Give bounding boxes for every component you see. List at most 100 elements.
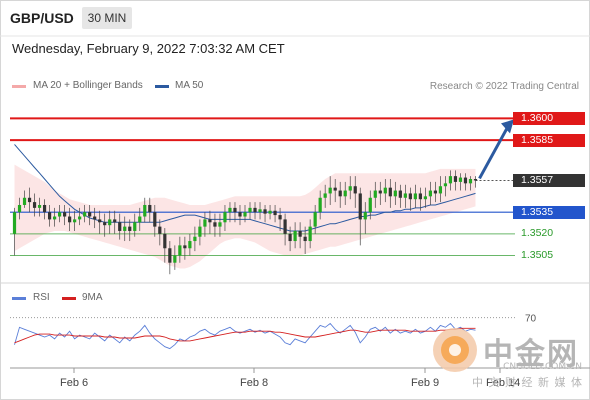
candle-body — [37, 204, 42, 208]
chart-datetime: Wednesday, February 9, 2022 7:03:32 AM C… — [12, 41, 285, 56]
symbol-title: GBP/USD — [10, 10, 74, 26]
candle-body — [173, 255, 177, 263]
timeframe-button[interactable]: 30 MIN — [82, 7, 132, 29]
candle-body — [42, 204, 47, 213]
x-tick-label: Feb 8 — [240, 377, 269, 389]
candle-body — [188, 241, 192, 249]
candle-body — [448, 176, 453, 184]
x-tick-label: Feb 6 — [60, 377, 89, 389]
candle-body — [63, 212, 67, 217]
candle-body — [328, 187, 332, 194]
watermark-subtitle: 中 文 财 经 新 媒 体 — [472, 376, 583, 389]
candle-body — [463, 177, 468, 184]
candle-body — [32, 202, 37, 208]
candle-body — [213, 222, 217, 227]
candle-body — [218, 222, 222, 227]
candle-body — [348, 186, 352, 191]
candle-body — [148, 204, 152, 213]
bb-legend-label: MA 20 + Bollinger Bands — [33, 80, 143, 91]
research-credit: Research © 2022 Trading Central — [429, 81, 579, 92]
candle-body — [27, 197, 32, 203]
candle-body — [418, 193, 422, 200]
candle-body — [73, 219, 77, 223]
candle-body — [98, 219, 102, 223]
candle-body — [398, 190, 402, 198]
candle-body — [283, 219, 287, 234]
candle-body — [153, 212, 157, 227]
candle-body — [52, 216, 57, 220]
candle-body — [183, 245, 187, 249]
candle-body — [47, 212, 52, 220]
candle-body — [353, 186, 357, 194]
price-label-1.3557: 1.3557 — [513, 173, 585, 187]
candle-body — [268, 210, 272, 214]
candle-body — [428, 190, 432, 197]
candle-body — [378, 190, 382, 194]
candle-body — [253, 207, 257, 213]
candle-body — [273, 210, 277, 216]
candle-body — [443, 183, 448, 187]
candle-body — [93, 216, 97, 220]
price-label-1.3505: 1.3505 — [521, 248, 554, 261]
candle-body — [88, 212, 92, 217]
candle-body — [408, 193, 412, 200]
candle-body — [388, 187, 392, 197]
candle-body — [433, 190, 438, 194]
candle-body — [308, 226, 312, 242]
candle-body — [22, 197, 27, 205]
candle-body — [113, 219, 117, 223]
candle-body — [343, 190, 347, 197]
rsi-legend-swatch — [12, 297, 26, 300]
price-label-1.3535: 1.3535 — [513, 205, 585, 219]
candle-body — [233, 207, 237, 213]
candle-body — [68, 216, 72, 223]
candle-body — [248, 207, 252, 213]
watermark-site: CNGOLD.COM.CN — [503, 362, 582, 372]
price-label-1.3520: 1.3520 — [521, 227, 554, 240]
ma50-legend-swatch — [155, 85, 169, 88]
candle-body — [318, 197, 322, 213]
candle-body — [118, 222, 122, 231]
rsi-ma-legend-swatch — [62, 297, 76, 300]
candle-body — [58, 212, 62, 217]
candle-body — [453, 176, 458, 182]
candle-body — [168, 248, 172, 263]
candle-body — [293, 230, 297, 242]
ma50-legend-label: MA 50 — [175, 80, 204, 91]
rsi-ma-legend-label: 9MA — [82, 292, 103, 303]
candle-body — [363, 212, 367, 220]
candle-body — [12, 212, 17, 234]
rsi-legend-label: RSI — [33, 292, 50, 303]
candle-body — [138, 216, 142, 223]
candle-body — [258, 209, 262, 213]
watermark-logo-icon — [433, 328, 477, 372]
bb-legend-swatch — [12, 85, 26, 88]
candle-body — [193, 236, 197, 242]
price-label-1.3600: 1.3600 — [513, 111, 585, 125]
candle-body — [368, 197, 372, 213]
candle-body — [263, 209, 267, 214]
candle-body — [413, 193, 417, 200]
candle-body — [78, 216, 82, 220]
candle-body — [228, 207, 232, 213]
candle-body — [373, 190, 377, 198]
candle-body — [468, 179, 473, 184]
candle-body — [133, 222, 137, 231]
rsi-level-label: 70 — [525, 314, 537, 325]
candle-body — [288, 233, 292, 242]
candle-body — [313, 212, 317, 227]
candle-body — [103, 222, 107, 226]
candle-body — [123, 226, 127, 231]
candle-body — [208, 219, 212, 223]
candle-body — [223, 212, 227, 223]
candle-body — [243, 212, 247, 217]
candle-body — [17, 204, 22, 213]
candle-body — [298, 230, 302, 237]
candle-body — [178, 245, 182, 256]
candle-body — [158, 226, 162, 234]
price-label-1.3585: 1.3585 — [513, 133, 585, 147]
candle-body — [198, 226, 202, 237]
candle-body — [383, 187, 387, 194]
candle-body — [238, 212, 242, 217]
candle-body — [393, 190, 397, 197]
